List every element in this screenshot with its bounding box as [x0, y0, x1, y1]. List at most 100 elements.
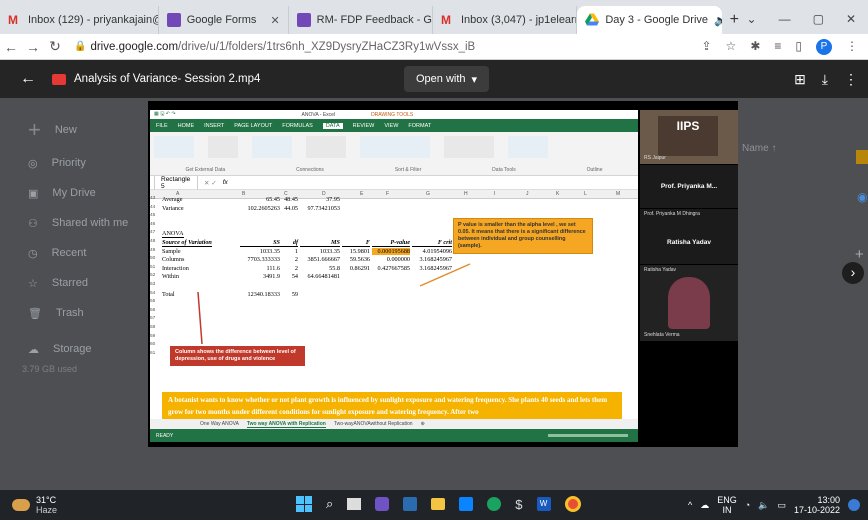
cell-d44[interactable]: 97.73421053	[300, 205, 340, 212]
battery-icon[interactable]: ▭	[777, 500, 786, 511]
task-view-icon[interactable]	[347, 498, 362, 510]
ribbon-what-if-icon[interactable]	[444, 136, 494, 158]
ribbon-tab-view[interactable]: VIEW	[384, 123, 398, 129]
row-number[interactable]: 45	[150, 213, 162, 218]
row-number[interactable]: 58	[150, 325, 162, 330]
cell-e48[interactable]: F	[342, 239, 370, 247]
menu-icon[interactable]: ⋮	[846, 39, 858, 55]
ribbon-tab-format[interactable]: FORMAT	[408, 123, 431, 129]
cell-b50[interactable]: 7703.333333	[240, 256, 280, 263]
cell-a51[interactable]: Interaction	[162, 265, 189, 272]
row-number[interactable]: 61	[150, 351, 162, 356]
back-arrow-icon[interactable]: ←	[20, 70, 36, 88]
cell-b49[interactable]: 1033.35	[240, 248, 280, 255]
star-icon[interactable]: ☆	[726, 39, 737, 55]
windows-start-icon[interactable]	[296, 496, 312, 512]
cell-b51[interactable]: 111.6	[240, 265, 280, 272]
store-icon[interactable]	[403, 497, 418, 511]
teams-icon[interactable]	[375, 497, 390, 511]
cell-c48[interactable]: df	[278, 239, 298, 247]
cell-b52[interactable]: 3491.9	[240, 273, 280, 280]
cell-a54[interactable]: Total	[162, 291, 175, 298]
name-box[interactable]: Rectangle 5	[154, 174, 198, 191]
wifi-icon[interactable]: ◔	[745, 500, 750, 510]
dollar-app-icon[interactable]: $	[515, 497, 522, 512]
cell-b44[interactable]: 102.2605263	[240, 205, 280, 212]
zoom-slider[interactable]	[548, 434, 628, 437]
next-file-button[interactable]: ›	[842, 262, 864, 284]
add-sheet-icon[interactable]: ⊕	[421, 421, 425, 427]
cell-f48[interactable]: P-value	[372, 239, 410, 247]
speaker-icon[interactable]: 🔈	[714, 14, 722, 27]
cell-a52[interactable]: Within	[162, 273, 179, 280]
reload-icon[interactable]: ↻	[44, 38, 66, 55]
row-number[interactable]: 50	[150, 256, 162, 261]
sheet-tab-two-way-rep[interactable]: Two way ANOVA with Replication	[246, 421, 326, 428]
mail-icon[interactable]	[459, 497, 474, 511]
row-number[interactable]: 54	[150, 291, 162, 296]
cell-d51[interactable]: 55.8	[300, 265, 340, 272]
sidebar-item-starred[interactable]: ☆ Starred	[0, 268, 140, 298]
close-window-icon[interactable]: ✕	[846, 12, 856, 26]
word-icon[interactable]: W	[536, 497, 551, 511]
cell-c51[interactable]: 2	[278, 265, 298, 272]
row-number[interactable]: 47	[150, 230, 162, 235]
sidebar-item-trash[interactable]: 🗑 Trash	[0, 298, 140, 328]
notification-icon[interactable]	[848, 499, 860, 511]
row-number[interactable]: 51	[150, 265, 162, 270]
row-number[interactable]: 48	[150, 239, 162, 244]
row-number[interactable]: 60	[150, 342, 162, 347]
extensions-icon[interactable]: ✱	[750, 39, 760, 55]
tab-gmail-2[interactable]: M Inbox (3,047) - jp1elearn@ ✕	[433, 6, 578, 34]
chrome-icon[interactable]	[564, 496, 581, 512]
ribbon-tab-data[interactable]: DATA	[322, 122, 343, 129]
sidebar-item-shared[interactable]: ⚇ Shared with me	[0, 208, 140, 238]
new-tab-button[interactable]: +	[722, 6, 747, 34]
search-icon[interactable]: ⌕	[326, 496, 333, 512]
row-number[interactable]: 55	[150, 299, 162, 304]
minimize-icon[interactable]: —	[779, 12, 791, 26]
maximize-icon[interactable]: ▢	[813, 12, 824, 26]
sidebar-item-priority[interactable]: ◎ Priority	[0, 148, 140, 178]
cell-e50[interactable]: 59.5636	[342, 256, 370, 263]
add-shortcut-icon[interactable]: ⊞	[794, 71, 806, 88]
cell-a43[interactable]: Average	[162, 196, 183, 203]
row-number[interactable]: 46	[150, 222, 162, 227]
tab-google-forms[interactable]: Google Forms ✕	[159, 6, 289, 34]
download-icon[interactable]: ⤓	[822, 71, 828, 88]
cell-a50[interactable]: Columns	[162, 256, 184, 263]
clock-time[interactable]: 13:00	[794, 495, 840, 505]
ribbon-tab-home[interactable]: HOME	[178, 123, 195, 129]
side-panel-calendar[interactable]	[856, 150, 868, 164]
tab-google-drive[interactable]: Day 3 - Google Drive 🔈 ✕	[577, 6, 722, 34]
name-column-header[interactable]: Name ↑	[742, 143, 776, 154]
new-button[interactable]: + New	[0, 112, 140, 148]
cell-c52[interactable]: 54	[278, 273, 298, 280]
share-icon[interactable]: ⇪	[701, 39, 711, 55]
cell-e49[interactable]: 15.9801	[342, 248, 370, 255]
cell-a49[interactable]: Sample	[162, 248, 181, 255]
sheet-tab-two-way-norep[interactable]: Two-wayANOVAwithout Replication	[334, 421, 413, 427]
ribbon-tab-page-layout[interactable]: PAGE LAYOUT	[234, 123, 272, 129]
profile-avatar[interactable]: P	[816, 38, 832, 55]
row-number[interactable]: 53	[150, 282, 162, 287]
row-number[interactable]: 52	[150, 273, 162, 278]
cell-c49[interactable]: 1	[278, 248, 298, 255]
cell-f49[interactable]: 0.000195688	[372, 247, 410, 255]
language-label[interactable]: ENG	[717, 495, 737, 505]
cell-d49[interactable]: 1033.35	[300, 248, 340, 255]
cell-d52[interactable]: 64.66481481	[300, 273, 340, 280]
cell-c43[interactable]: 48.45	[278, 196, 298, 203]
ribbon-tab-file[interactable]: FILE	[156, 123, 168, 129]
cell-d50[interactable]: 3851.666667	[300, 256, 340, 263]
row-number[interactable]: 44	[150, 205, 162, 210]
cell-d48[interactable]: MS	[300, 239, 340, 247]
edge-icon[interactable]	[487, 497, 502, 511]
sheet-tab-one-way[interactable]: One Way ANOVA	[200, 421, 239, 427]
cell-b48[interactable]: SS	[240, 239, 280, 247]
keep-icon[interactable]: ◉	[857, 190, 867, 204]
tab-rm-feedback[interactable]: RM- FDP Feedback - Google ✕	[289, 6, 433, 34]
cell-a44[interactable]: Variance	[162, 205, 184, 212]
reading-list-icon[interactable]: ≡	[774, 39, 781, 55]
cell-b43[interactable]: 65.45	[240, 196, 280, 203]
